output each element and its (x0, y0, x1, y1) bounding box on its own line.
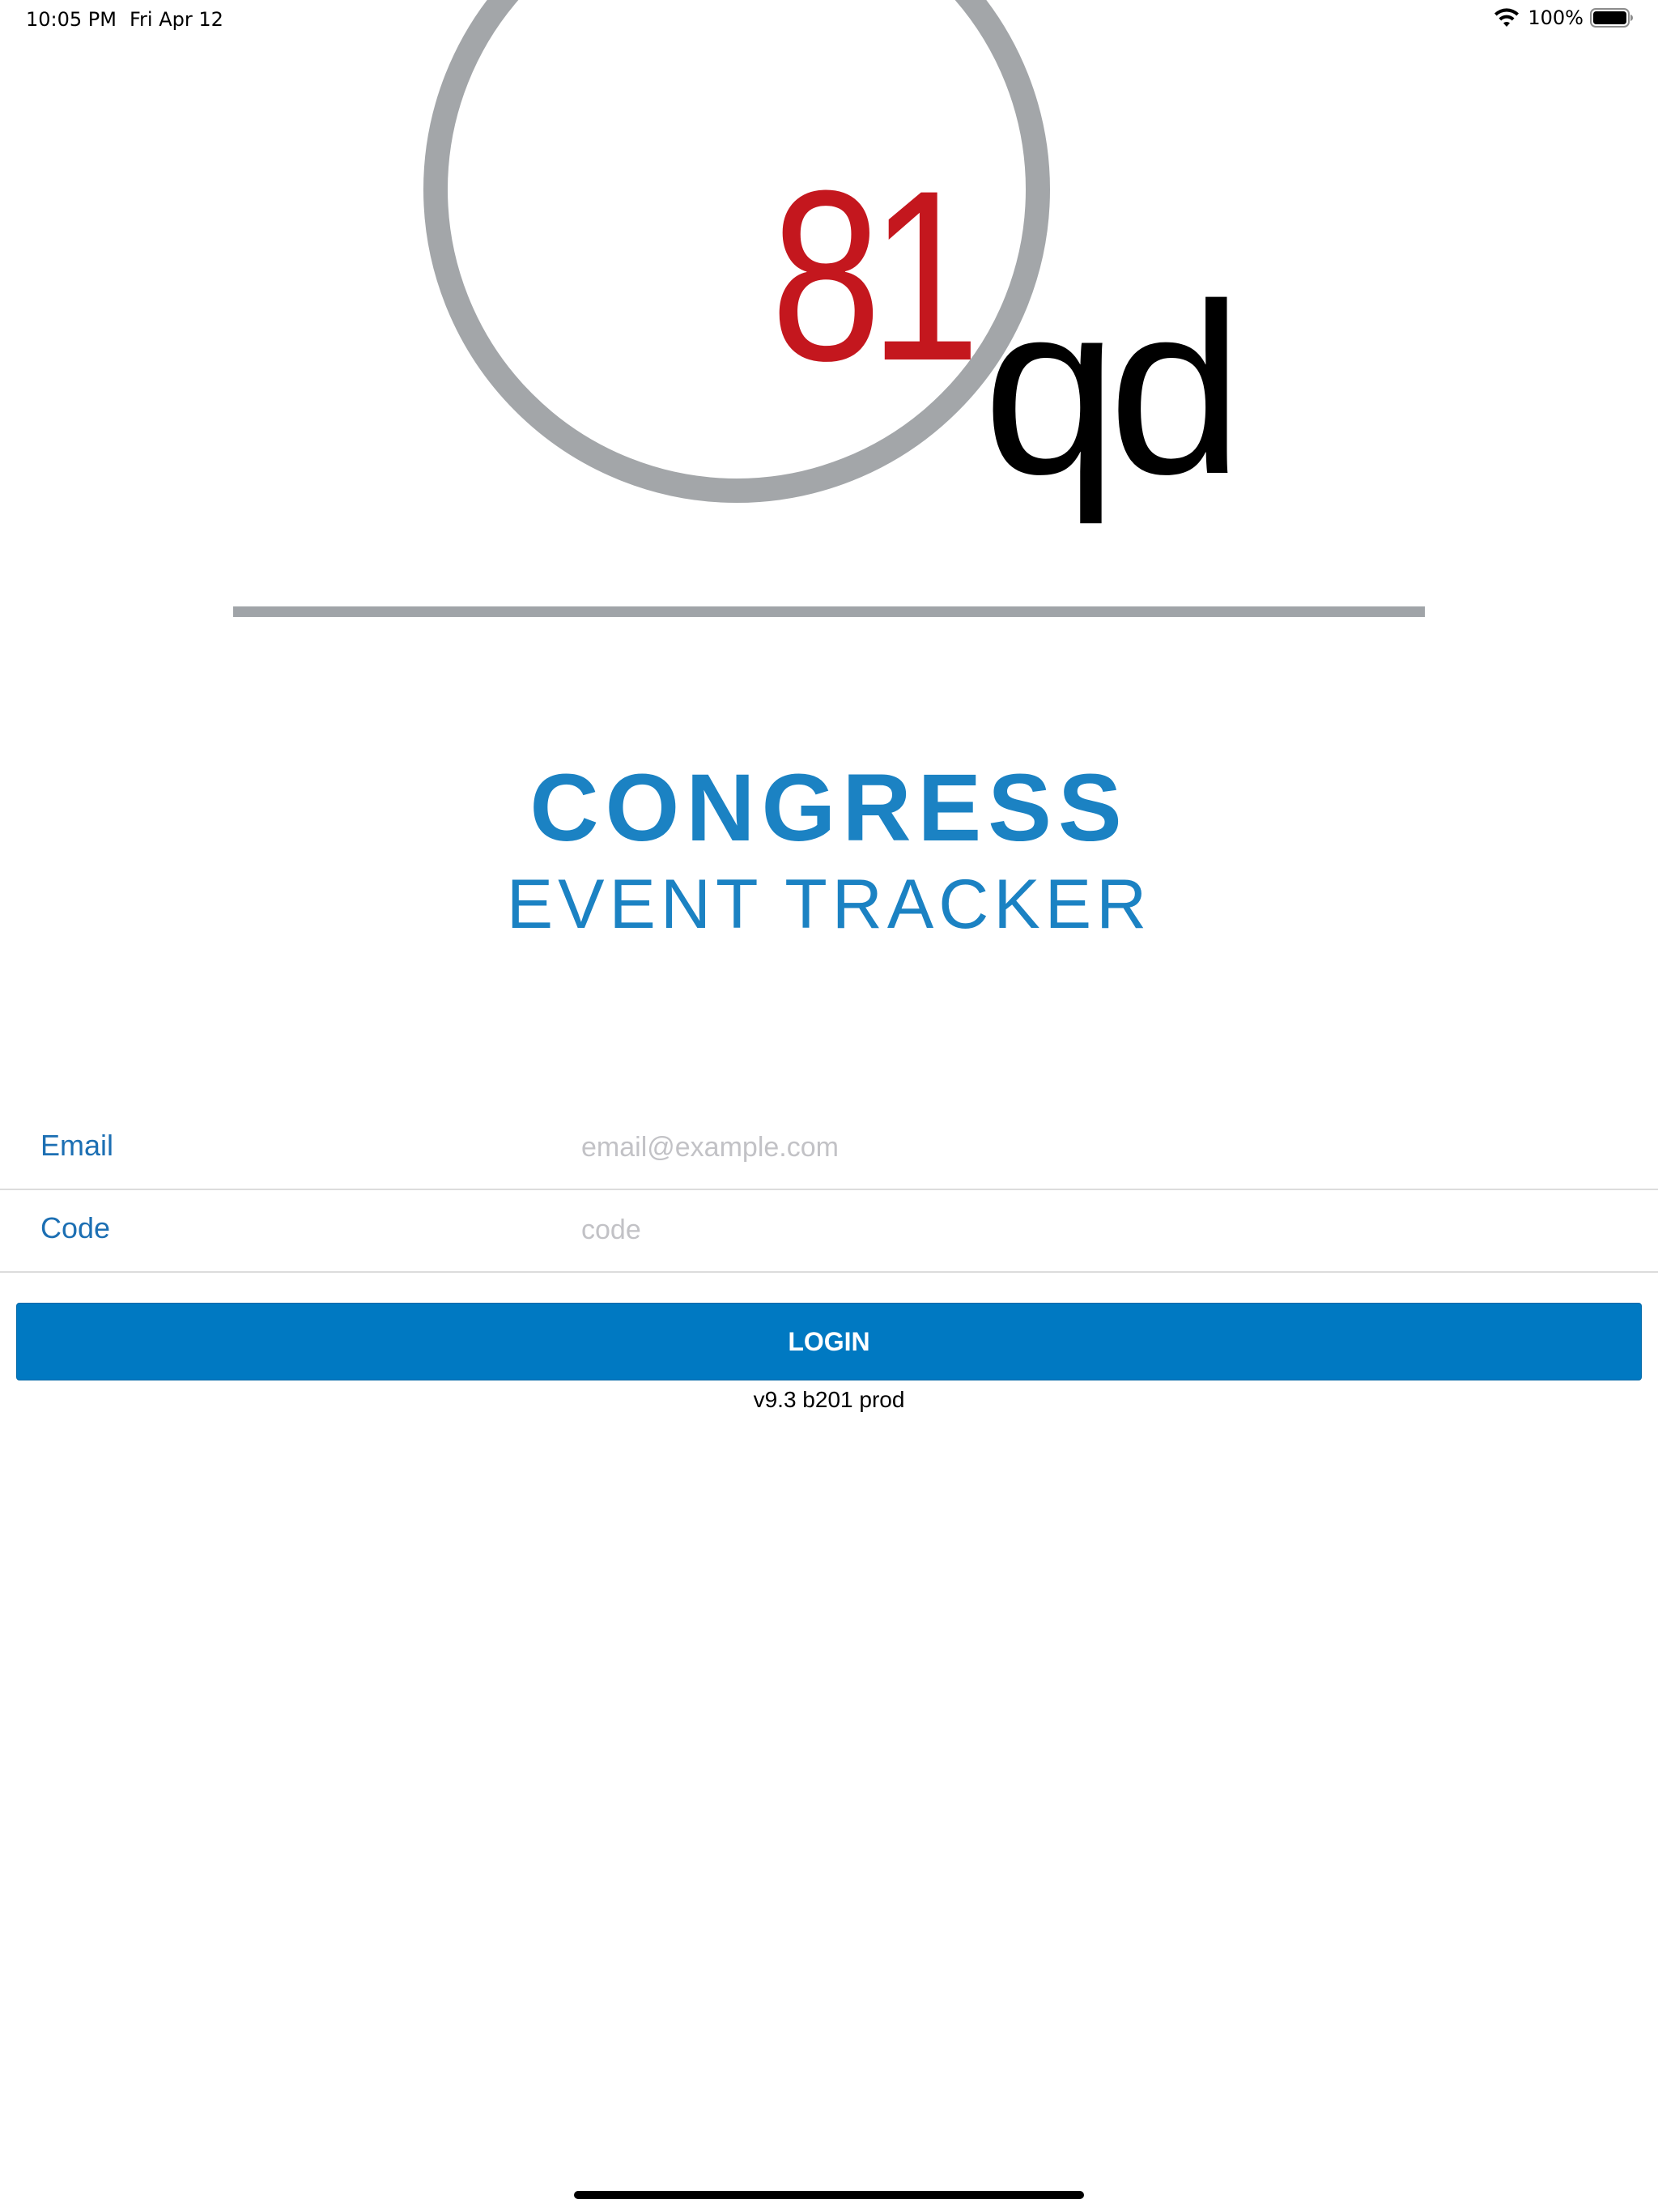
email-field[interactable] (580, 1122, 1554, 1172)
logo-number: 81 (771, 139, 980, 411)
code-field[interactable] (580, 1205, 1554, 1255)
version-label: v9.3 b201 prod (753, 1387, 905, 1412)
app-subtitle: EVENT TRACKER (506, 866, 1152, 943)
app-title: CONGRESS (529, 755, 1129, 861)
email-row: Email (0, 1108, 1658, 1190)
login-button[interactable]: LOGIN (16, 1303, 1642, 1380)
login-screen: 10:05 PM Fri Apr 12 100% 81 qd CONGRESS … (0, 0, 1658, 2212)
logo-letters: qd (983, 253, 1244, 525)
logo-divider (233, 606, 1425, 617)
company-logo: 81 qd (0, 0, 1658, 518)
code-row: Code (0, 1190, 1658, 1273)
email-label: Email (40, 1129, 114, 1162)
login-button-label: LOGIN (788, 1326, 870, 1356)
code-label: Code (40, 1211, 111, 1244)
home-indicator[interactable] (574, 2191, 1084, 2199)
